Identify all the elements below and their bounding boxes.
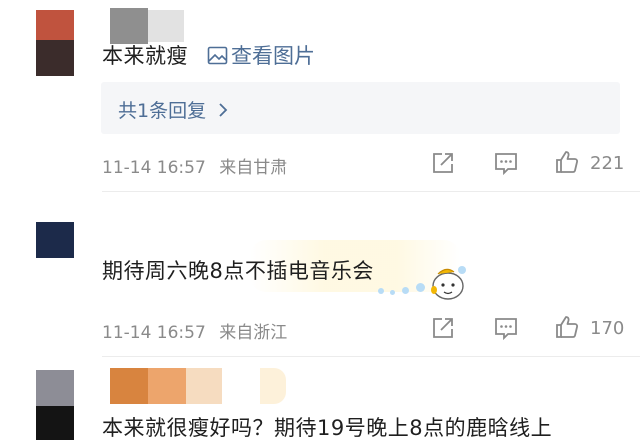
comment-meta: 11-14 16:57 来自浙江 xyxy=(102,318,287,343)
emoji-sticker-icon xyxy=(431,268,464,300)
share-icon[interactable] xyxy=(430,315,456,341)
comment-text: 本来就很瘦好吗？期待19号晚上8点的鹿晗线上 xyxy=(102,416,553,440)
replies-box[interactable]: 共1条回复 xyxy=(101,82,620,134)
share-icon[interactable] xyxy=(430,150,456,176)
username-blurred[interactable] xyxy=(110,368,286,404)
avatar[interactable] xyxy=(36,10,74,76)
timestamp: 11-14 16:57 xyxy=(102,158,206,178)
view-image-link[interactable]: 查看图片 xyxy=(207,40,315,70)
timestamp: 11-14 16:57 xyxy=(102,323,206,343)
location: 来自浙江 xyxy=(219,323,288,343)
comment-icon[interactable] xyxy=(493,315,519,341)
comment-icon[interactable] xyxy=(493,150,519,176)
comment-meta: 11-14 16:57 来自甘肃 xyxy=(102,153,287,178)
avatar[interactable] xyxy=(36,222,74,258)
divider xyxy=(102,356,640,357)
comment-text: 期待周六晚8点不插电音乐会 xyxy=(102,259,374,283)
location: 来自甘肃 xyxy=(219,158,288,178)
comment-text: 本来就瘦 xyxy=(102,44,188,68)
avatar[interactable] xyxy=(36,370,74,440)
replies-label: 共1条回复 xyxy=(118,100,207,122)
like-icon[interactable] xyxy=(554,149,580,175)
like-count: 170 xyxy=(590,318,625,339)
view-image-label: 查看图片 xyxy=(231,44,315,68)
image-icon xyxy=(207,46,228,64)
like-count: 221 xyxy=(590,153,625,174)
username-blurred[interactable] xyxy=(110,8,184,44)
divider xyxy=(102,191,640,192)
like-icon[interactable] xyxy=(554,314,580,340)
chevron-right-icon xyxy=(219,102,228,117)
